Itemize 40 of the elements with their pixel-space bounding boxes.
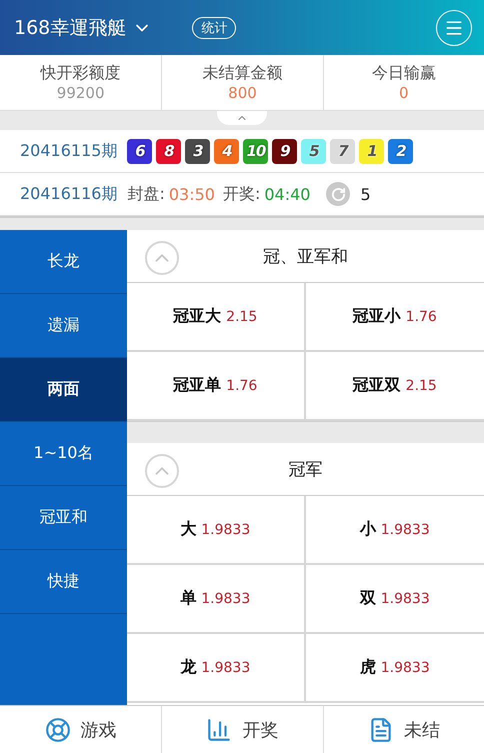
summary-label: 今日输赢 [372, 63, 436, 84]
period-number: 20416116期 [20, 184, 118, 204]
sidebar-item[interactable]: 两面 [0, 358, 127, 422]
refresh-countdown: 5 [360, 184, 371, 204]
draw-time: 04:40 [264, 184, 310, 204]
bet-option[interactable]: 大 1.9833 [127, 496, 306, 565]
draw-label: 开奖: [222, 184, 260, 204]
section-title: 冠、亚军和 [263, 246, 348, 268]
odds-value: 1.9833 [201, 660, 250, 676]
bar-chart-icon [206, 716, 232, 742]
odds-value: 1.9833 [380, 660, 430, 676]
collapse-button[interactable] [145, 454, 179, 488]
bet-option[interactable]: 冠亚单 1.76 [127, 352, 306, 421]
odds-value: 2.15 [226, 308, 258, 324]
odds-value: 2.15 [406, 378, 437, 394]
bet-option[interactable]: 冠亚大 2.15 [127, 283, 306, 352]
collapse-button[interactable] [145, 241, 179, 275]
odds-value: 1.76 [406, 308, 437, 324]
section-title: 冠军 [288, 458, 322, 480]
lifebuoy-icon [44, 716, 71, 742]
summary-value: 99200 [56, 84, 105, 102]
close-label: 封盘: [127, 184, 165, 204]
odds-value: 1.9833 [380, 590, 430, 606]
bet-option[interactable]: 单 1.9833 [127, 565, 306, 634]
summary-value: 0 [399, 84, 409, 102]
collapse-tab[interactable] [217, 111, 267, 125]
bet-option[interactable]: 龙 1.9833 [127, 634, 306, 703]
odds-value: 1.76 [226, 378, 258, 394]
odds-value: 1.9833 [201, 522, 250, 538]
period-number: 20416115期 [20, 140, 118, 162]
stats-button[interactable]: 统计 [192, 16, 236, 38]
menu-button[interactable] [436, 10, 472, 46]
game-selector[interactable]: 168幸運飛艇 [14, 14, 152, 40]
odds-value: 1.9833 [201, 590, 250, 606]
close-time: 03:50 [168, 184, 215, 204]
summary-value: 800 [228, 84, 257, 102]
odds-value: 1.9833 [380, 522, 430, 538]
refresh-icon[interactable] [326, 182, 350, 206]
summary-label: 未结算金额 [202, 63, 282, 84]
summary-label: 快开彩额度 [40, 63, 121, 84]
